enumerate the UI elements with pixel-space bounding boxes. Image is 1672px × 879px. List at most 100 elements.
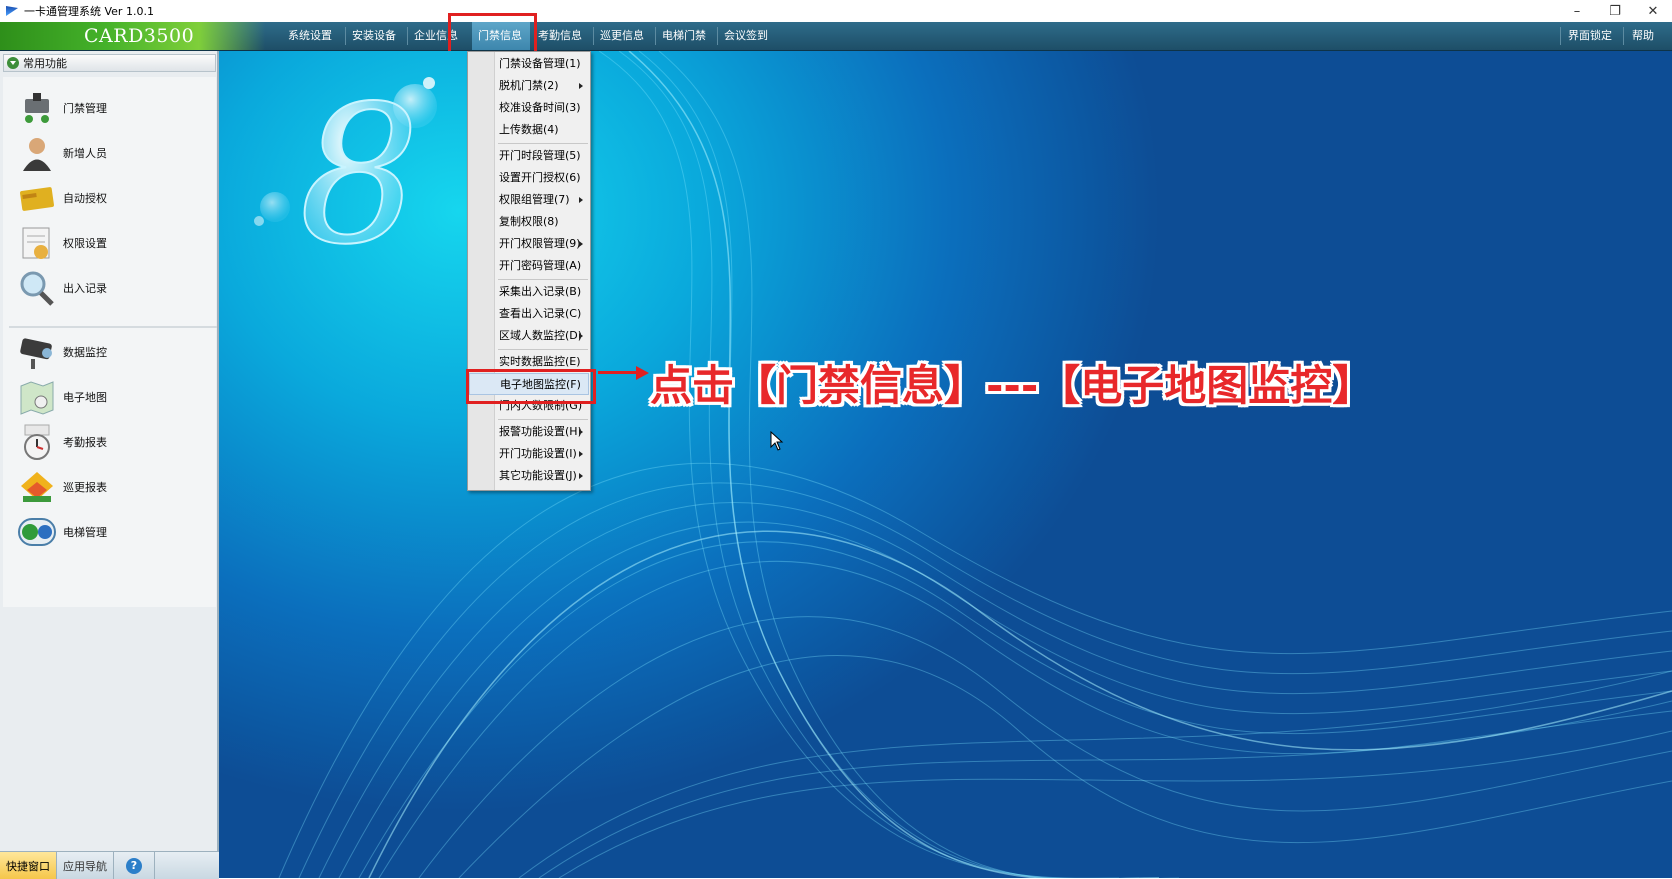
sidebar-item-label: 数据监控 (63, 346, 107, 359)
minimize-button[interactable]: – (1558, 0, 1596, 22)
menu-item-door-function-settings[interactable]: 开门功能设置(I) (469, 443, 589, 465)
app-flag-icon (6, 6, 18, 16)
sidebar-item-label: 巡更报表 (63, 481, 107, 494)
help-icon: ? (126, 857, 142, 874)
camera-icon (17, 333, 57, 371)
menu-item-label: 开门密码管理(A) (499, 259, 582, 272)
card-icon (17, 179, 57, 217)
menu-attendance-info[interactable]: 考勤信息 (532, 22, 588, 50)
restore-button[interactable]: ❐ (1596, 0, 1634, 22)
menu-item-label: 设置开门授权(6) (499, 171, 581, 184)
sidebar-item-label: 门禁管理 (63, 102, 107, 115)
menu-elevator-access[interactable]: 电梯门禁 (656, 22, 712, 50)
menu-lock-interface[interactable]: 界面锁定 (1562, 22, 1618, 50)
sidebar-item-label: 出入记录 (63, 282, 107, 295)
submenu-arrow-icon (579, 473, 583, 479)
instruction-annotation: 点击【门禁信息】---【电子地图监控】 (650, 361, 1375, 410)
submenu-arrow-icon (579, 429, 583, 435)
sidebar-item-data-monitor[interactable]: 数据监控 (17, 331, 207, 373)
menu-item-alarm-settings[interactable]: 报警功能设置(H) (469, 421, 589, 443)
menu-item-view-records[interactable]: 查看出入记录(C) (469, 303, 589, 325)
menu-item-door-permissions[interactable]: 开门权限管理(9) (469, 233, 589, 255)
submenu-arrow-icon (579, 83, 583, 89)
menu-item-upload-data[interactable]: 上传数据(4) (469, 119, 589, 141)
menu-item-label: 查看出入记录(C) (499, 307, 582, 320)
submenu-arrow-icon (579, 451, 583, 457)
desktop-background: 8 (219, 51, 1672, 878)
sidebar-item-attendance-report[interactable]: 考勤报表 (17, 421, 207, 463)
window-controls: – ❐ ✕ (1558, 0, 1672, 22)
highlight-box-menu-item (466, 369, 596, 404)
mouse-cursor-icon (770, 431, 784, 451)
sidebar-bottom-tabs: 快捷窗口 应用导航 ? (0, 851, 219, 879)
annotation-arrow (598, 371, 638, 374)
menu-item-device-management[interactable]: 门禁设备管理(1) (469, 53, 589, 75)
menu-item-label: 区域人数监控(D) (499, 329, 583, 342)
sidebar-item-access-records[interactable]: 出入记录 (17, 267, 207, 309)
person-icon (17, 134, 57, 172)
menu-separator (498, 279, 588, 280)
sidebar-divider (9, 326, 217, 328)
tab-app-navigation[interactable]: 应用导航 (57, 852, 114, 879)
sidebar-header-label: 常用功能 (23, 57, 67, 70)
submenu-arrow-icon (579, 241, 583, 247)
sidebar-item-new-person[interactable]: 新增人员 (17, 132, 207, 174)
menu-separator (498, 143, 588, 144)
menu-meeting-signin[interactable]: 会议签到 (718, 22, 774, 50)
menu-item-label: 其它功能设置(J) (499, 469, 577, 482)
menu-item-label: 开门功能设置(I) (499, 447, 577, 460)
elevator-icon (17, 513, 57, 551)
sidebar-item-label: 电梯管理 (63, 526, 107, 539)
sidebar-item-label: 自动授权 (63, 192, 107, 205)
sidebar-item-patrol-report[interactable]: 巡更报表 (17, 466, 207, 508)
logo-text: CARD3500 (84, 25, 195, 47)
magnifier-icon (17, 269, 57, 307)
sidebar-item-elevator-management[interactable]: 电梯管理 (17, 511, 207, 553)
menu-item-offline-access[interactable]: 脱机门禁(2) (469, 75, 589, 97)
menu-item-label: 采集出入记录(B) (499, 285, 582, 298)
menu-help[interactable]: 帮助 (1626, 22, 1660, 50)
window-title: 一卡通管理系统 Ver 1.0.1 (24, 5, 154, 18)
menu-install-devices[interactable]: 安装设备 (346, 22, 402, 50)
menu-separator (1560, 27, 1561, 45)
menu-item-calibrate-time[interactable]: 校准设备时间(3) (469, 97, 589, 119)
menu-bar: CARD3500 系统设置 安装设备 企业信息 门禁信息 考勤信息 巡更信息 电… (0, 22, 1672, 51)
access-control-dropdown-menu: 门禁设备管理(1) 脱机门禁(2) 校准设备时间(3) 上传数据(4) 开门时段… (467, 51, 591, 491)
sidebar-item-electronic-map[interactable]: 电子地图 (17, 376, 207, 418)
submenu-arrow-icon (579, 333, 583, 339)
sidebar: 常用功能 门禁管理 新增人员 自动授权 权限设置 出入记录 数据监控 电子地图 … (0, 51, 219, 879)
menu-item-label: 脱机门禁(2) (499, 79, 559, 92)
tab-help[interactable]: ? (114, 852, 155, 879)
menu-item-label: 开门权限管理(9) (499, 237, 581, 250)
menu-item-door-passwords[interactable]: 开门密码管理(A) (469, 255, 589, 277)
sidebar-item-permission-settings[interactable]: 权限设置 (17, 222, 207, 264)
menu-item-label: 复制权限(8) (499, 215, 559, 228)
menu-item-area-occupancy[interactable]: 区域人数监控(D) (469, 325, 589, 347)
sidebar-header[interactable]: 常用功能 (3, 54, 216, 72)
menu-item-permission-groups[interactable]: 权限组管理(7) (469, 189, 589, 211)
menu-item-copy-permissions[interactable]: 复制权限(8) (469, 211, 589, 233)
menu-item-collect-records[interactable]: 采集出入记录(B) (469, 281, 589, 303)
app-logo: CARD3500 (0, 22, 265, 50)
menu-item-label: 门禁设备管理(1) (499, 57, 581, 70)
tab-quick-window[interactable]: 快捷窗口 (0, 852, 57, 879)
menu-patrol-info[interactable]: 巡更信息 (594, 22, 650, 50)
submenu-arrow-icon (579, 197, 583, 203)
collapse-toggle-icon[interactable] (7, 57, 19, 69)
menu-system-settings[interactable]: 系统设置 (282, 22, 338, 50)
menu-separator (498, 349, 588, 350)
menu-item-other-settings[interactable]: 其它功能设置(J) (469, 465, 589, 487)
menu-item-label: 上传数据(4) (499, 123, 559, 136)
menu-item-label: 校准设备时间(3) (499, 101, 581, 114)
menu-item-label: 权限组管理(7) (499, 193, 570, 206)
menu-item-time-slots[interactable]: 开门时段管理(5) (469, 145, 589, 167)
sidebar-item-label: 电子地图 (63, 391, 107, 404)
document-clock-icon (17, 224, 57, 262)
menu-item-set-authorization[interactable]: 设置开门授权(6) (469, 167, 589, 189)
sidebar-item-auto-authorize[interactable]: 自动授权 (17, 177, 207, 219)
close-button[interactable]: ✕ (1634, 0, 1672, 22)
sidebar-item-label: 权限设置 (63, 237, 107, 250)
sidebar-list: 门禁管理 新增人员 自动授权 权限设置 出入记录 数据监控 电子地图 考勤报表 … (3, 77, 217, 607)
menu-item-label: 开门时段管理(5) (499, 149, 581, 162)
sidebar-item-access-management[interactable]: 门禁管理 (17, 87, 207, 129)
